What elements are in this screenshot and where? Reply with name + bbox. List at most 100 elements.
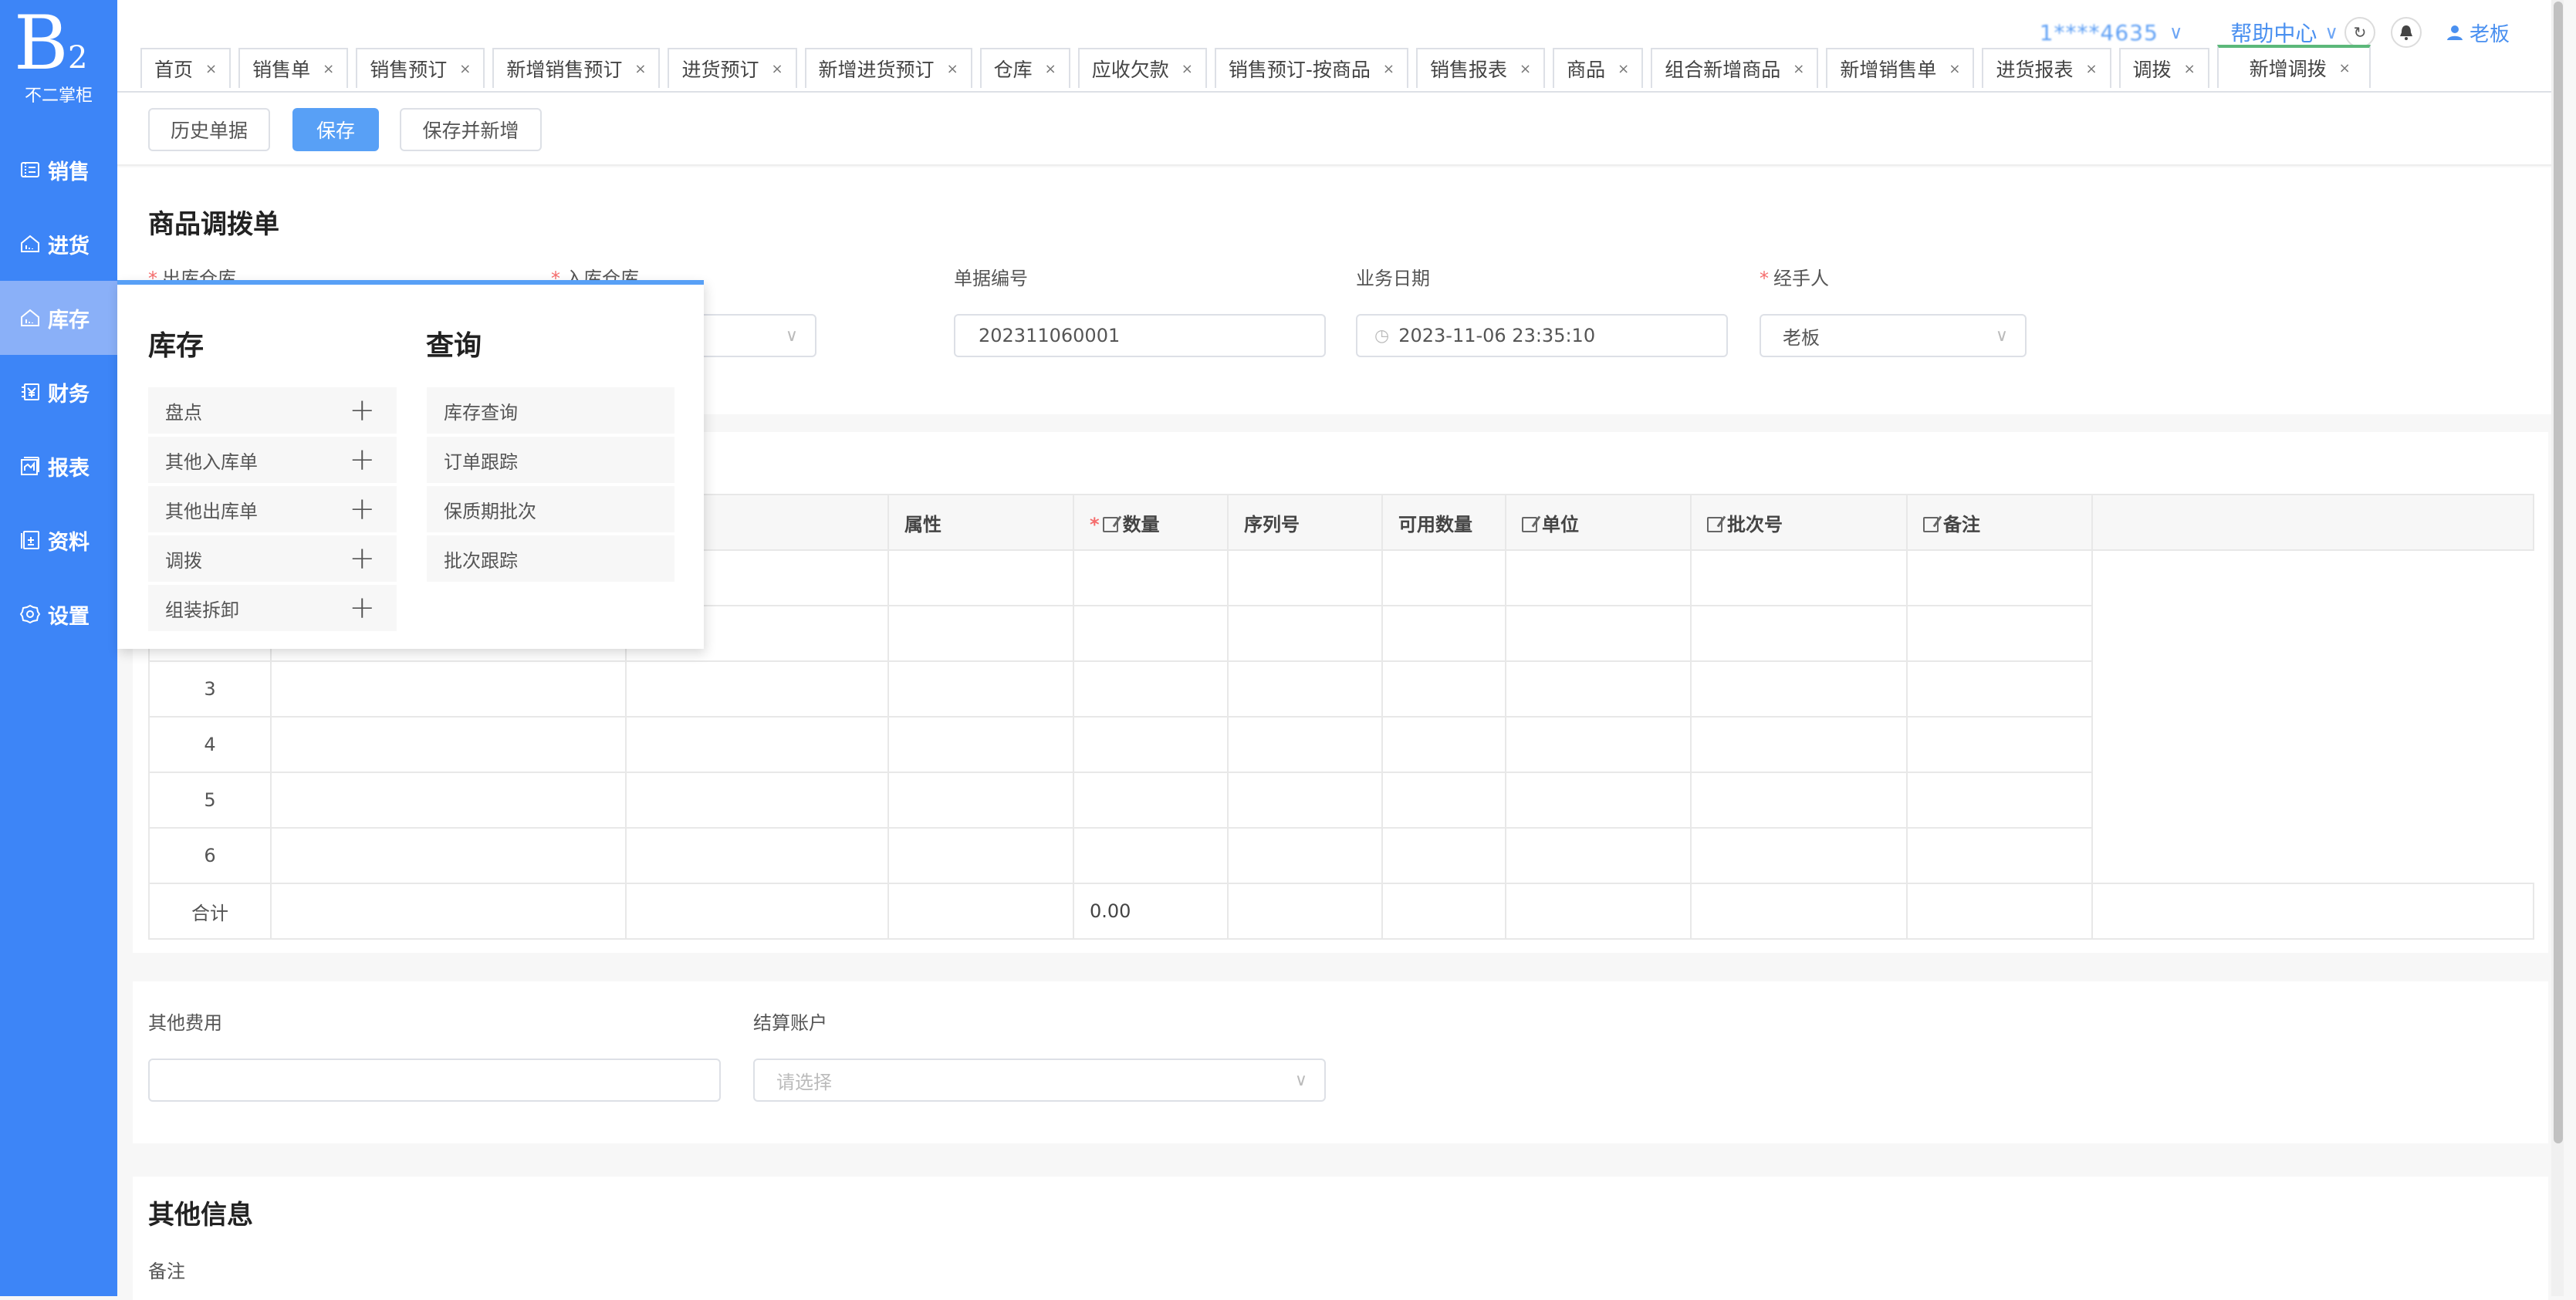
save-and-new-button[interactable]: 保存并新增 xyxy=(400,108,542,151)
cell[interactable] xyxy=(625,716,889,773)
sidebar-item-settings[interactable]: 设置 xyxy=(0,577,117,651)
account-select[interactable]: 请选择 ∨ xyxy=(753,1059,1326,1102)
scrollbar-thumb[interactable] xyxy=(2554,2,2563,1143)
table-row[interactable]: 6 xyxy=(148,827,2534,884)
menu-item-transfer[interactable]: 调拨 + xyxy=(148,535,397,582)
cell[interactable] xyxy=(625,827,889,884)
menu-item-other-inbound[interactable]: 其他入库单 + xyxy=(148,437,397,483)
cell[interactable] xyxy=(1227,605,1383,662)
cell[interactable] xyxy=(1690,772,1908,829)
chevron-down-icon[interactable]: ∨ xyxy=(2169,22,2183,43)
plus-icon[interactable]: + xyxy=(349,593,375,623)
cell[interactable] xyxy=(1505,716,1692,773)
cell[interactable] xyxy=(270,827,627,884)
tab-transfer[interactable]: 调拨 × xyxy=(2118,48,2209,88)
tab-sales-booking[interactable]: 销售预订 × xyxy=(356,48,485,88)
menu-item-order-tracking[interactable]: 订单跟踪 xyxy=(427,437,674,483)
menu-item-stocktake[interactable]: 盘点 + xyxy=(148,387,397,434)
cell[interactable] xyxy=(1690,716,1908,773)
tab-sales-booking-by-product[interactable]: 销售预订-按商品 × xyxy=(1214,48,1408,88)
close-icon[interactable]: × xyxy=(1949,61,1960,77)
tab-purchase-report[interactable]: 进货报表 × xyxy=(1982,48,2111,88)
tab-sales-report[interactable]: 销售报表 × xyxy=(1416,48,1546,88)
table-row[interactable]: 3 xyxy=(148,660,2534,718)
close-icon[interactable]: × xyxy=(459,61,471,77)
tab-new-transfer[interactable]: 新增调拨 × xyxy=(2216,45,2371,88)
tab-new-combo-product[interactable]: 组合新增商品 × xyxy=(1651,48,1819,88)
cell[interactable] xyxy=(1906,660,2093,718)
cell[interactable] xyxy=(1906,605,2093,662)
tab-sales-order[interactable]: 销售单 × xyxy=(238,48,349,88)
cell[interactable] xyxy=(1505,605,1692,662)
cell[interactable] xyxy=(887,716,1074,773)
close-icon[interactable]: × xyxy=(2085,61,2097,77)
cell[interactable] xyxy=(887,772,1074,829)
close-icon[interactable]: × xyxy=(1618,61,1629,77)
close-icon[interactable]: × xyxy=(323,61,334,77)
cell[interactable] xyxy=(1073,827,1229,884)
cell[interactable] xyxy=(1690,660,1908,718)
cell[interactable] xyxy=(1227,716,1383,773)
cell[interactable] xyxy=(1906,827,2093,884)
tab-new-purchase-booking[interactable]: 新增进货预订 × xyxy=(804,48,972,88)
close-icon[interactable]: × xyxy=(771,61,783,77)
chevron-down-icon[interactable]: ∨ xyxy=(2324,22,2338,43)
user-menu[interactable]: 老板 xyxy=(2446,19,2510,47)
tab-new-sales-order[interactable]: 新增销售单 × xyxy=(1826,48,1975,88)
cell[interactable] xyxy=(1227,827,1383,884)
cell[interactable] xyxy=(887,660,1074,718)
close-icon[interactable]: × xyxy=(947,61,958,77)
cell[interactable] xyxy=(1906,549,2093,606)
tab-new-sales-booking[interactable]: 新增销售预订 × xyxy=(492,48,661,88)
close-icon[interactable]: × xyxy=(1520,61,1531,77)
sidebar-item-data[interactable]: 资料 xyxy=(0,503,117,577)
menu-item-other-outbound[interactable]: 其他出库单 + xyxy=(148,486,397,532)
close-icon[interactable]: × xyxy=(1383,61,1394,77)
history-button[interactable]: 历史单据 xyxy=(148,108,270,151)
cell[interactable] xyxy=(270,772,627,829)
account-number[interactable]: 1****4635 xyxy=(2040,20,2158,46)
cell[interactable] xyxy=(887,605,1074,662)
cell[interactable] xyxy=(1073,605,1229,662)
cell[interactable] xyxy=(1690,605,1908,662)
help-center-link[interactable]: 帮助中心 xyxy=(2230,17,2317,48)
close-icon[interactable]: × xyxy=(205,61,217,77)
bell-icon[interactable] xyxy=(2390,17,2422,48)
sidebar-item-reports[interactable]: 报表 xyxy=(0,429,117,503)
close-icon[interactable]: × xyxy=(2339,60,2351,76)
sidebar-item-finance[interactable]: 财务 xyxy=(0,355,117,429)
menu-item-stock-query[interactable]: 库存查询 xyxy=(427,387,674,434)
plus-icon[interactable]: + xyxy=(349,494,375,525)
cell[interactable] xyxy=(1906,716,2093,773)
close-icon[interactable]: × xyxy=(2184,61,2196,77)
cell[interactable] xyxy=(1073,716,1229,773)
close-icon[interactable]: × xyxy=(1793,61,1804,77)
tab-products[interactable]: 商品 × xyxy=(1553,48,1644,88)
cell[interactable] xyxy=(1073,549,1229,606)
cell[interactable] xyxy=(1690,827,1908,884)
cell[interactable] xyxy=(887,827,1074,884)
menu-item-assembly[interactable]: 组装拆卸 + xyxy=(148,585,397,631)
date-picker[interactable]: ◷ 2023-11-06 23:35:10 xyxy=(1356,314,1728,357)
plus-icon[interactable]: + xyxy=(349,395,375,426)
handler-select[interactable]: 老板 ∨ xyxy=(1760,314,2027,357)
cell[interactable] xyxy=(625,660,889,718)
menu-item-shelf-life-batch[interactable]: 保质期批次 xyxy=(427,486,674,532)
cell[interactable] xyxy=(1505,827,1692,884)
cell[interactable] xyxy=(1505,772,1692,829)
cell[interactable] xyxy=(1227,660,1383,718)
tab-purchase-booking[interactable]: 进货预订 × xyxy=(668,48,797,88)
refresh-icon[interactable]: ↻ xyxy=(2344,17,2375,48)
cell[interactable] xyxy=(625,772,889,829)
table-row[interactable]: 5 xyxy=(148,772,2534,829)
logo[interactable]: B 2 不二掌柜 xyxy=(0,0,117,116)
sidebar-item-sales[interactable]: 销售 xyxy=(0,133,117,207)
plus-icon[interactable]: + xyxy=(349,444,375,475)
close-icon[interactable]: × xyxy=(1182,61,1193,77)
cell[interactable] xyxy=(1505,549,1692,606)
tab-home[interactable]: 首页 × xyxy=(140,48,232,88)
other-fee-input[interactable] xyxy=(148,1059,721,1102)
cell[interactable] xyxy=(1505,660,1692,718)
save-button[interactable]: 保存 xyxy=(292,108,379,151)
cell[interactable] xyxy=(270,716,627,773)
